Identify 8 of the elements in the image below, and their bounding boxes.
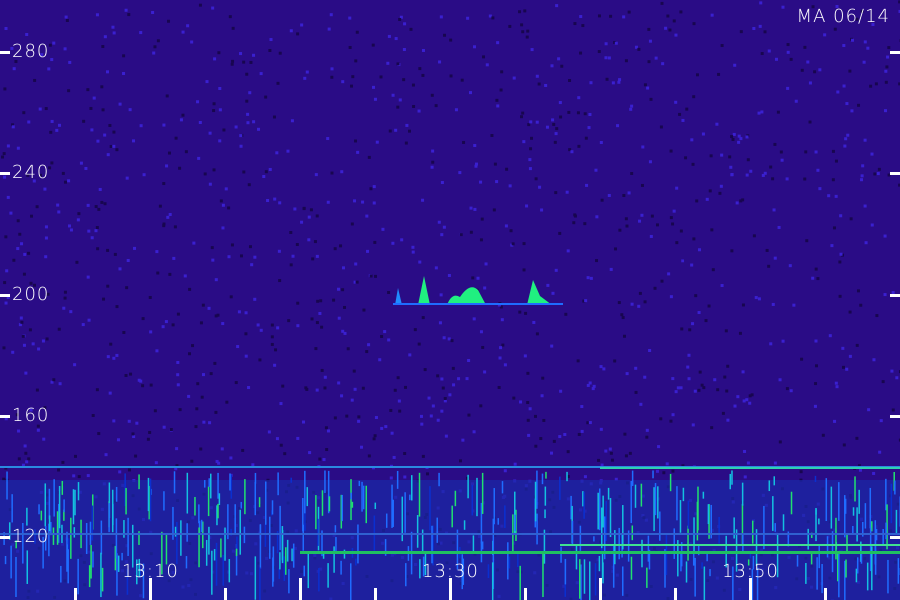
frequency-axis-label: 240 — [12, 163, 50, 183]
time-axis-label: 13:30 — [422, 562, 479, 582]
frequency-axis-label: 120 — [12, 527, 50, 547]
station-date-label: MA 06/14 — [796, 7, 890, 27]
frequency-axis-label: 280 — [12, 42, 50, 62]
frequency-axis-label: 160 — [12, 406, 50, 426]
frequency-axis-label: 200 — [12, 285, 50, 305]
time-axis-label: 13:50 — [722, 562, 779, 582]
